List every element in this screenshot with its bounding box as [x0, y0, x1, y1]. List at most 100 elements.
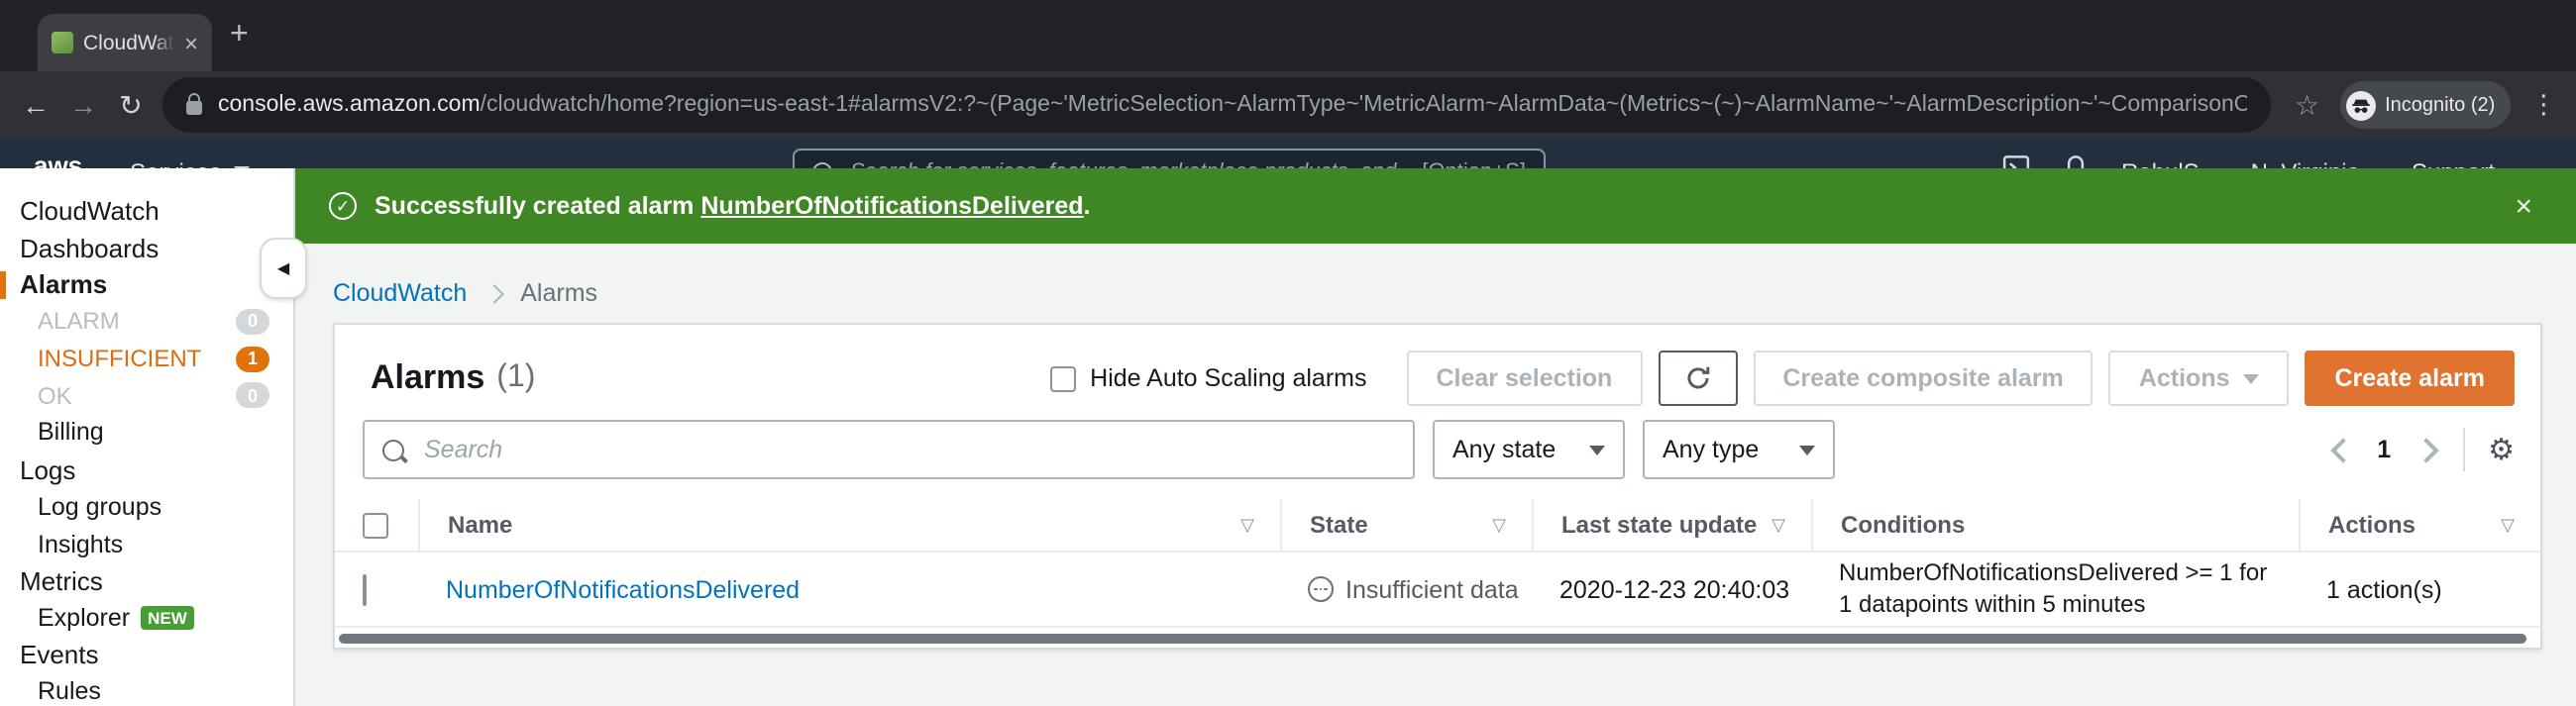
column-header-actions[interactable]: Actions ▽ [2299, 499, 2540, 551]
incognito-icon [2345, 90, 2376, 120]
cloudwatch-favicon-icon [52, 32, 73, 53]
count-badge: 1 [236, 346, 269, 372]
hide-autoscaling-control[interactable]: Hide Auto Scaling alarms [1050, 364, 1366, 392]
back-icon[interactable]: ← [12, 89, 59, 121]
browser-toolbar: ← → ↻ console.aws.amazon.com/cloudwatch/… [0, 71, 2576, 139]
refresh-icon [1686, 366, 1709, 389]
sidebar-label: Metrics [20, 565, 103, 596]
sidebar-item-explorer[interactable]: Explorer NEW [0, 599, 293, 636]
filter-row: Any state Any type 1 ⚙ [335, 406, 2540, 479]
banner-message-text: Successfully created alarm [375, 192, 695, 220]
conditions-cell: NumberOfNotificationsDelivered >= 1 for … [1839, 557, 2268, 617]
horizontal-scrollbar[interactable] [339, 634, 2526, 644]
bookmark-star-icon[interactable]: ☆ [2295, 88, 2319, 122]
settings-gear-icon[interactable]: ⚙ [2488, 435, 2515, 464]
sidebar-label: Dashboards [20, 233, 160, 263]
sidebar-item-events[interactable]: Events [0, 637, 293, 673]
next-page-icon[interactable] [2413, 437, 2438, 462]
screen: CloudWatch Management Console × + ← → ↻ … [0, 0, 2576, 706]
pagination: 1 ⚙ [2329, 428, 2515, 471]
success-banner: ✓ Successfully created alarm NumberOfNot… [295, 168, 2576, 244]
row-checkbox[interactable] [363, 573, 367, 605]
tab-close-icon[interactable]: × [184, 31, 198, 54]
type-filter-value: Any type [1663, 436, 1760, 463]
sidebar-item-insights[interactable]: Insights [0, 525, 293, 561]
sort-icon: ▽ [1771, 514, 1785, 534]
alarm-search-input[interactable] [420, 434, 1395, 465]
sidebar-collapse-button[interactable]: ◀ [260, 238, 307, 299]
column-label: State [1310, 511, 1368, 539]
alarm-search-box[interactable] [363, 420, 1415, 479]
sidebar-label: Rules [38, 677, 101, 706]
incognito-badge[interactable]: Incognito (2) [2339, 81, 2512, 129]
sidebar-label: OK [38, 381, 72, 410]
alarm-name-cell: NumberOfNotificationsDelivered [418, 575, 1280, 603]
last-state-update-cell: 2020-12-23 20:40:03 [1559, 575, 1790, 603]
column-header-last-state-update[interactable]: Last state update ▽ [1532, 499, 1811, 551]
panel-count: (1) [496, 360, 536, 394]
row-select-cell [335, 573, 418, 605]
column-header-state[interactable]: State ▽ [1280, 499, 1532, 551]
banner-message: Successfully created alarm NumberOfNotif… [375, 192, 1091, 220]
count-badge: 0 [236, 308, 269, 335]
incognito-label: Incognito (2) [2385, 94, 2496, 116]
sidebar-label: ALARM [38, 307, 120, 336]
lock-icon [186, 93, 202, 115]
state-filter-value: Any state [1452, 436, 1556, 463]
clear-selection-button[interactable]: Clear selection [1406, 351, 1643, 406]
sidebar-item-metrics[interactable]: Metrics [0, 562, 293, 599]
breadcrumb-cloudwatch-link[interactable]: CloudWatch [333, 279, 467, 307]
sidebar-item-cloudwatch[interactable]: CloudWatch [0, 192, 293, 229]
column-header-conditions: Conditions [1811, 499, 2299, 551]
sidebar: CloudWatch Dashboards Alarms ALARM 0 INSU… [0, 168, 295, 706]
hide-autoscaling-checkbox[interactable] [1050, 365, 1077, 391]
previous-page-icon[interactable] [2329, 437, 2355, 462]
refresh-button[interactable] [1658, 351, 1738, 406]
banner-alarm-link[interactable]: NumberOfNotificationsDelivered [700, 192, 1083, 220]
search-icon [382, 439, 404, 460]
sidebar-label: Insights [38, 530, 124, 558]
column-label: Actions [2328, 511, 2416, 539]
breadcrumb-current: Alarms [520, 279, 598, 307]
panel-controls: Hide Auto Scaling alarms Clear selection… [1050, 351, 2515, 406]
chevron-down-icon [2243, 373, 2260, 383]
alarm-state-label: Insufficient data [1345, 575, 1519, 603]
column-header-name[interactable]: Name ▽ [418, 499, 1280, 551]
column-label: Conditions [1841, 511, 1966, 539]
sidebar-label: Events [20, 640, 99, 670]
create-composite-alarm-button[interactable]: Create composite alarm [1753, 351, 2093, 406]
state-filter-select[interactable]: Any state [1433, 420, 1625, 479]
create-alarm-button[interactable]: Create alarm [2305, 351, 2515, 406]
forward-icon[interactable]: → [59, 89, 107, 121]
column-label: Last state update [1561, 511, 1758, 539]
sidebar-item-billing[interactable]: Billing [0, 414, 293, 451]
browser-menu-icon[interactable]: ⋮ [2530, 89, 2556, 121]
chevron-right-icon [483, 284, 504, 304]
page-number[interactable]: 1 [2377, 436, 2391, 463]
sidebar-item-rules[interactable]: Rules [0, 673, 293, 706]
sidebar-list: CloudWatch Dashboards Alarms ALARM 0 INSU… [0, 192, 293, 706]
table-header: Name ▽ State ▽ Last state update ▽ Conditio… [335, 499, 2540, 553]
address-bar[interactable]: console.aws.amazon.com/cloudwatch/home?r… [162, 77, 2271, 133]
sidebar-item-ok-state[interactable]: OK 0 [0, 377, 293, 414]
sidebar-item-insufficient-state[interactable]: INSUFFICIENT 1 [0, 341, 293, 377]
sidebar-item-dashboards[interactable]: Dashboards [0, 229, 293, 265]
sidebar-item-logs[interactable]: Logs [0, 452, 293, 488]
panel-header: Alarms (1) Hide Auto Scaling alarms Clea… [335, 325, 2540, 406]
sidebar-item-alarms[interactable]: Alarms [0, 266, 293, 303]
browser-tab[interactable]: CloudWatch Management Console × [38, 14, 212, 71]
type-filter-select[interactable]: Any type [1643, 420, 1835, 479]
new-tab-button[interactable]: + [230, 18, 249, 53]
alarms-table: Name ▽ State ▽ Last state update ▽ Conditio… [335, 499, 2540, 628]
sidebar-item-log-groups[interactable]: Log groups [0, 488, 293, 525]
banner-close-icon[interactable]: × [2515, 191, 2532, 221]
alarm-name-link[interactable]: NumberOfNotificationsDelivered [446, 575, 800, 603]
actions-button[interactable]: Actions [2108, 351, 2290, 406]
sort-icon: ▽ [1492, 514, 1506, 534]
sidebar-label: INSUFFICIENT [38, 345, 202, 373]
sort-icon: ▽ [1240, 514, 1254, 534]
sidebar-item-alarm-state[interactable]: ALARM 0 [0, 303, 293, 340]
select-all-checkbox[interactable] [363, 512, 388, 538]
reload-icon[interactable]: ↻ [107, 88, 155, 122]
alarms-panel: Alarms (1) Hide Auto Scaling alarms Clea… [333, 323, 2542, 650]
